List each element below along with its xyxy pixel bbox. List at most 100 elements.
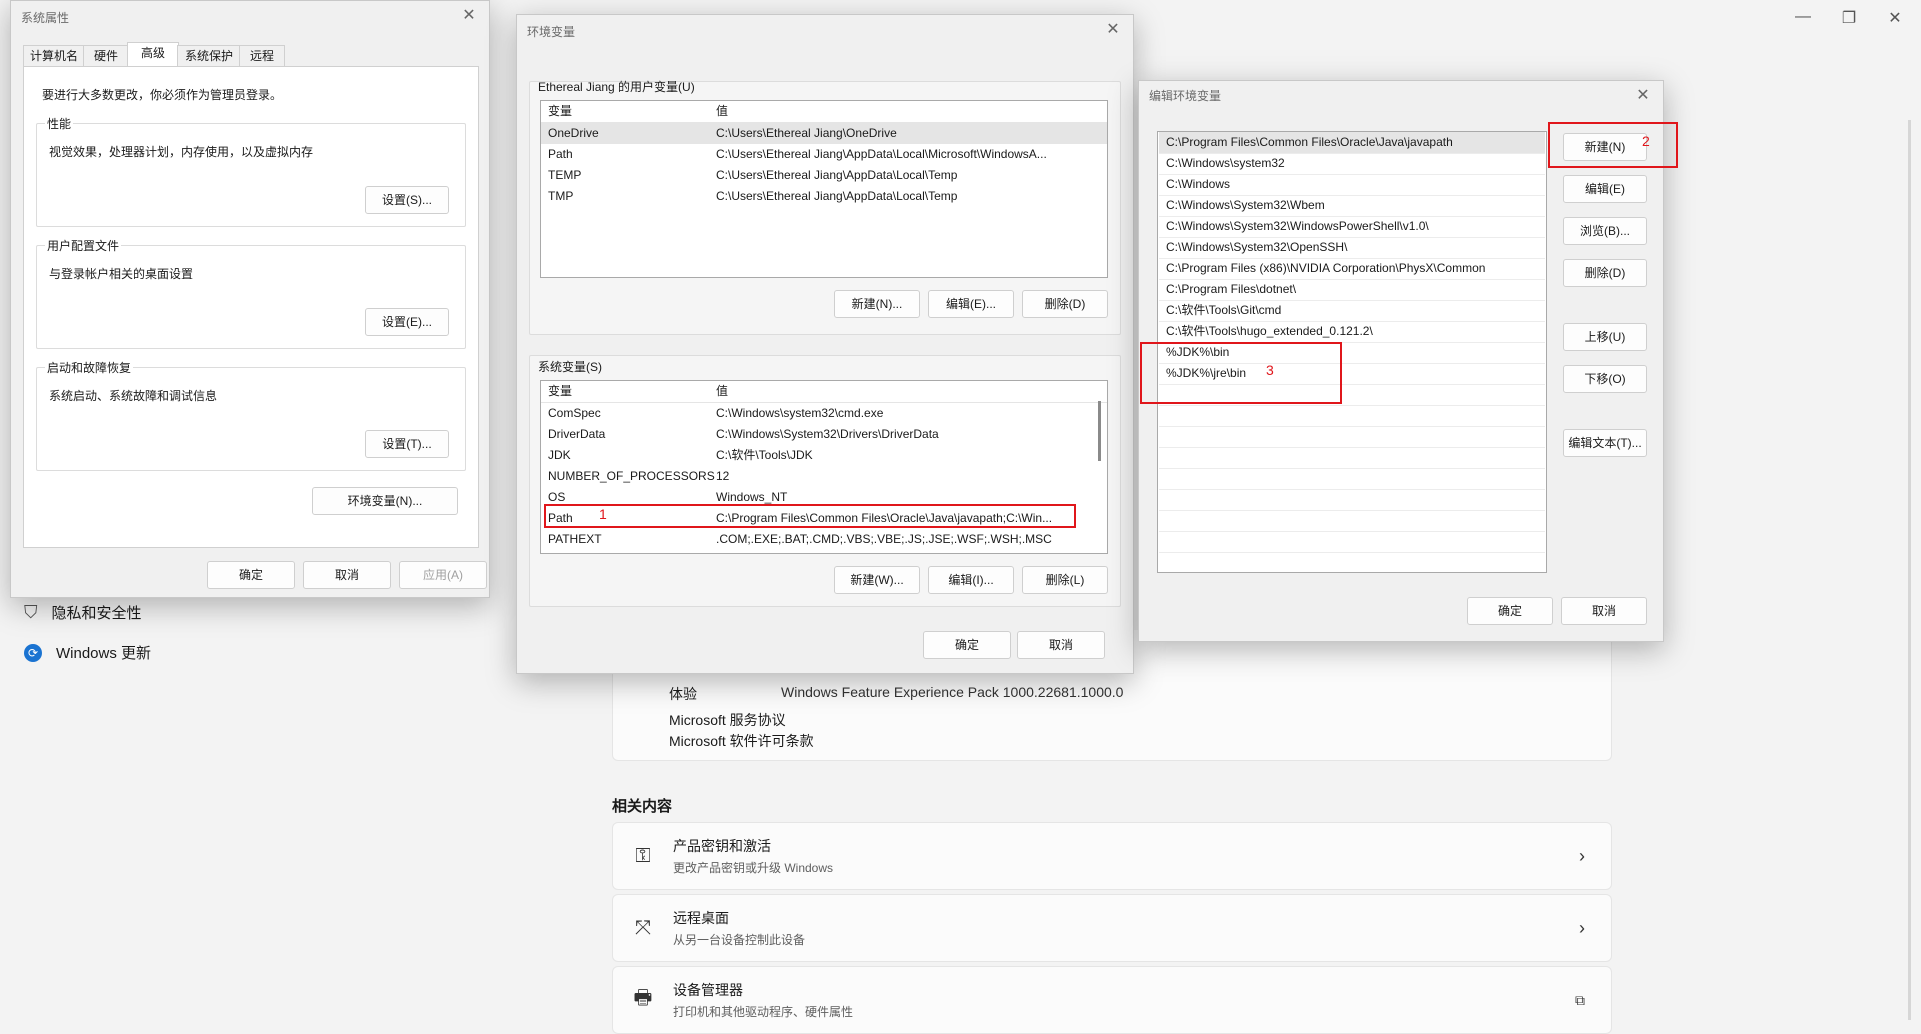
path-item[interactable]: C:\Windows [1159,174,1545,196]
tab-system-protection[interactable]: 系统保护 [177,45,241,66]
environment-variables-button[interactable]: 环境变量(N)... [312,487,458,515]
column-header-variable[interactable]: 变量 [548,381,572,402]
var-value: 12 [716,469,730,483]
dialog-title: 系统属性 [21,11,70,25]
tab-remote[interactable]: 远程 [239,45,285,66]
move-up-button[interactable]: 上移(U) [1563,323,1647,351]
path-empty-row[interactable] [1159,426,1545,448]
system-delete-button[interactable]: 删除(L) [1022,566,1108,594]
list-item[interactable]: PATHEXT .COM;.EXE;.BAT;.CMD;.VBS;.VBE;.JS… [541,529,1107,550]
path-item[interactable]: C:\Program Files\dotnet\ [1159,279,1545,301]
group-title: Ethereal Jiang 的用户变量(U) [538,80,695,94]
user-delete-button[interactable]: 删除(D) [1022,290,1108,318]
scrollbar[interactable] [1098,401,1101,461]
var-value: C:\Windows\system32\cmd.exe [716,406,884,420]
list-item[interactable]: Path C:\Users\Ethereal Jiang\AppData\Loca… [541,144,1107,165]
related-device-manager[interactable]: 🖶 设备管理器 打印机和其他驱动程序、硬件属性 ⧉ [612,966,1612,1034]
ok-button[interactable]: 确定 [1467,597,1553,625]
path-empty-row[interactable] [1159,531,1545,553]
minimize-icon[interactable]: — [1788,8,1818,26]
annotation-box-2 [1548,122,1678,168]
user-profile-settings-button[interactable]: 设置(E)... [365,308,449,336]
path-empty-row[interactable] [1159,447,1545,469]
user-edit-button[interactable]: 编辑(E)... [928,290,1014,318]
related-item-subtitle: 打印机和其他驱动程序、硬件属性 [673,1005,854,1019]
path-empty-row[interactable] [1159,405,1545,427]
group-title: 启动和故障恢复 [45,359,134,376]
var-name: PATHEXT [548,532,602,546]
path-item[interactable]: C:\Windows\System32\Wbem [1159,195,1545,217]
close-icon[interactable]: ✕ [457,5,481,25]
device-manager-icon: 🖶 [633,987,653,1009]
list-item[interactable]: TMP C:\Users\Ethereal Jiang\AppData\Local… [541,186,1107,207]
link-license-terms[interactable]: Microsoft 软件许可条款 [669,731,814,751]
apply-button[interactable]: 应用(A) [399,561,487,589]
tab-advanced[interactable]: 高级 [127,42,179,67]
user-new-button[interactable]: 新建(N)... [834,290,920,318]
var-name: Path [548,147,573,161]
path-item[interactable]: C:\Windows\System32\OpenSSH\ [1159,237,1545,259]
close-icon[interactable]: ✕ [1880,8,1910,28]
ok-button[interactable]: 确定 [923,631,1011,659]
path-item[interactable]: C:\Windows\System32\WindowsPowerShell\v1… [1159,216,1545,238]
scrollbar[interactable] [1908,120,1911,1020]
cancel-button[interactable]: 取消 [303,561,391,589]
related-remote-desktop[interactable]: ⤧ 远程桌面 从另一台设备控制此设备 › [612,894,1612,962]
edit-text-button[interactable]: 编辑文本(T)... [1563,429,1647,457]
system-edit-button[interactable]: 编辑(I)... [928,566,1014,594]
user-variables-list[interactable]: 变量 值 OneDrive C:\Users\Ethereal Jiang\One… [540,100,1108,278]
user-profile-group: 用户配置文件 与登录帐户相关的桌面设置 设置(E)... [36,237,466,349]
annotation-label-3: 3 [1266,362,1274,378]
list-item[interactable]: NUMBER_OF_PROCESSORS 12 [541,466,1107,487]
move-down-button[interactable]: 下移(O) [1563,365,1647,393]
path-item[interactable]: C:\软件\Tools\Git\cmd [1159,300,1545,322]
var-value: C:\Users\Ethereal Jiang\OneDrive [716,126,897,140]
path-empty-row[interactable] [1159,510,1545,532]
close-icon[interactable]: ✕ [1631,85,1655,105]
chevron-right-icon: › [1579,845,1585,866]
performance-group: 性能 视觉效果，处理器计划，内存使用，以及虚拟内存 设置(S)... [36,115,466,227]
var-name: JDK [548,448,571,462]
dialog-title: 环境变量 [527,25,576,39]
annotation-label-2: 2 [1642,133,1650,149]
link-services-agreement[interactable]: Microsoft 服务协议 [669,710,786,730]
column-header-value[interactable]: 值 [716,101,728,122]
tab-computer-name[interactable]: 计算机名 [23,45,85,66]
path-item[interactable]: C:\软件\Tools\hugo_extended_0.121.2\ [1159,321,1545,343]
var-name: TEMP [548,168,582,182]
var-name: NUMBER_OF_PROCESSORS [548,469,715,483]
related-title: 相关内容 [612,798,673,815]
path-empty-row[interactable] [1159,468,1545,490]
nav-privacy-security[interactable]: ⛉ 隐私和安全性 [24,602,142,623]
maximize-icon[interactable]: ❐ [1834,8,1864,28]
system-properties-dialog: 系统属性 ✕ 计算机名 硬件 高级 系统保护 远程 要进行大多数更改，你必须作为… [10,0,490,598]
nav-windows-update[interactable]: ⟳ Windows 更新 [24,642,151,663]
system-new-button[interactable]: 新建(W)... [834,566,920,594]
list-item[interactable]: TEMP C:\Users\Ethereal Jiang\AppData\Loca… [541,165,1107,186]
cancel-button[interactable]: 取消 [1561,597,1647,625]
list-item[interactable]: ComSpec C:\Windows\system32\cmd.exe [541,403,1107,424]
remote-desktop-icon: ⤧ [635,916,651,939]
chevron-right-icon: › [1579,917,1585,938]
edit-button[interactable]: 编辑(E) [1563,175,1647,203]
startup-settings-button[interactable]: 设置(T)... [365,430,449,458]
shield-icon: ⛉ [24,602,38,622]
ok-button[interactable]: 确定 [207,561,295,589]
list-item[interactable]: OneDrive C:\Users\Ethereal Jiang\OneDrive [541,123,1107,144]
list-item[interactable]: JDK C:\软件\Tools\JDK [541,445,1107,466]
delete-button[interactable]: 删除(D) [1563,259,1647,287]
path-empty-row[interactable] [1159,489,1545,511]
performance-settings-button[interactable]: 设置(S)... [365,186,449,214]
cancel-button[interactable]: 取消 [1017,631,1105,659]
path-item[interactable]: C:\Program Files\Common Files\Oracle\Jav… [1159,132,1545,154]
column-header-variable[interactable]: 变量 [548,101,572,122]
close-icon[interactable]: ✕ [1101,19,1125,39]
column-header-value[interactable]: 值 [716,381,728,402]
path-item[interactable]: C:\Program Files (x86)\NVIDIA Corporatio… [1159,258,1545,280]
path-item[interactable]: C:\Windows\system32 [1159,153,1545,175]
path-empty-row[interactable] [1159,552,1545,572]
tab-hardware[interactable]: 硬件 [83,45,129,66]
related-product-key[interactable]: ⚿ 产品密钥和激活 更改产品密钥或升级 Windows › [612,822,1612,890]
browse-button[interactable]: 浏览(B)... [1563,217,1647,245]
list-item[interactable]: DriverData C:\Windows\System32\Drivers\Dr… [541,424,1107,445]
